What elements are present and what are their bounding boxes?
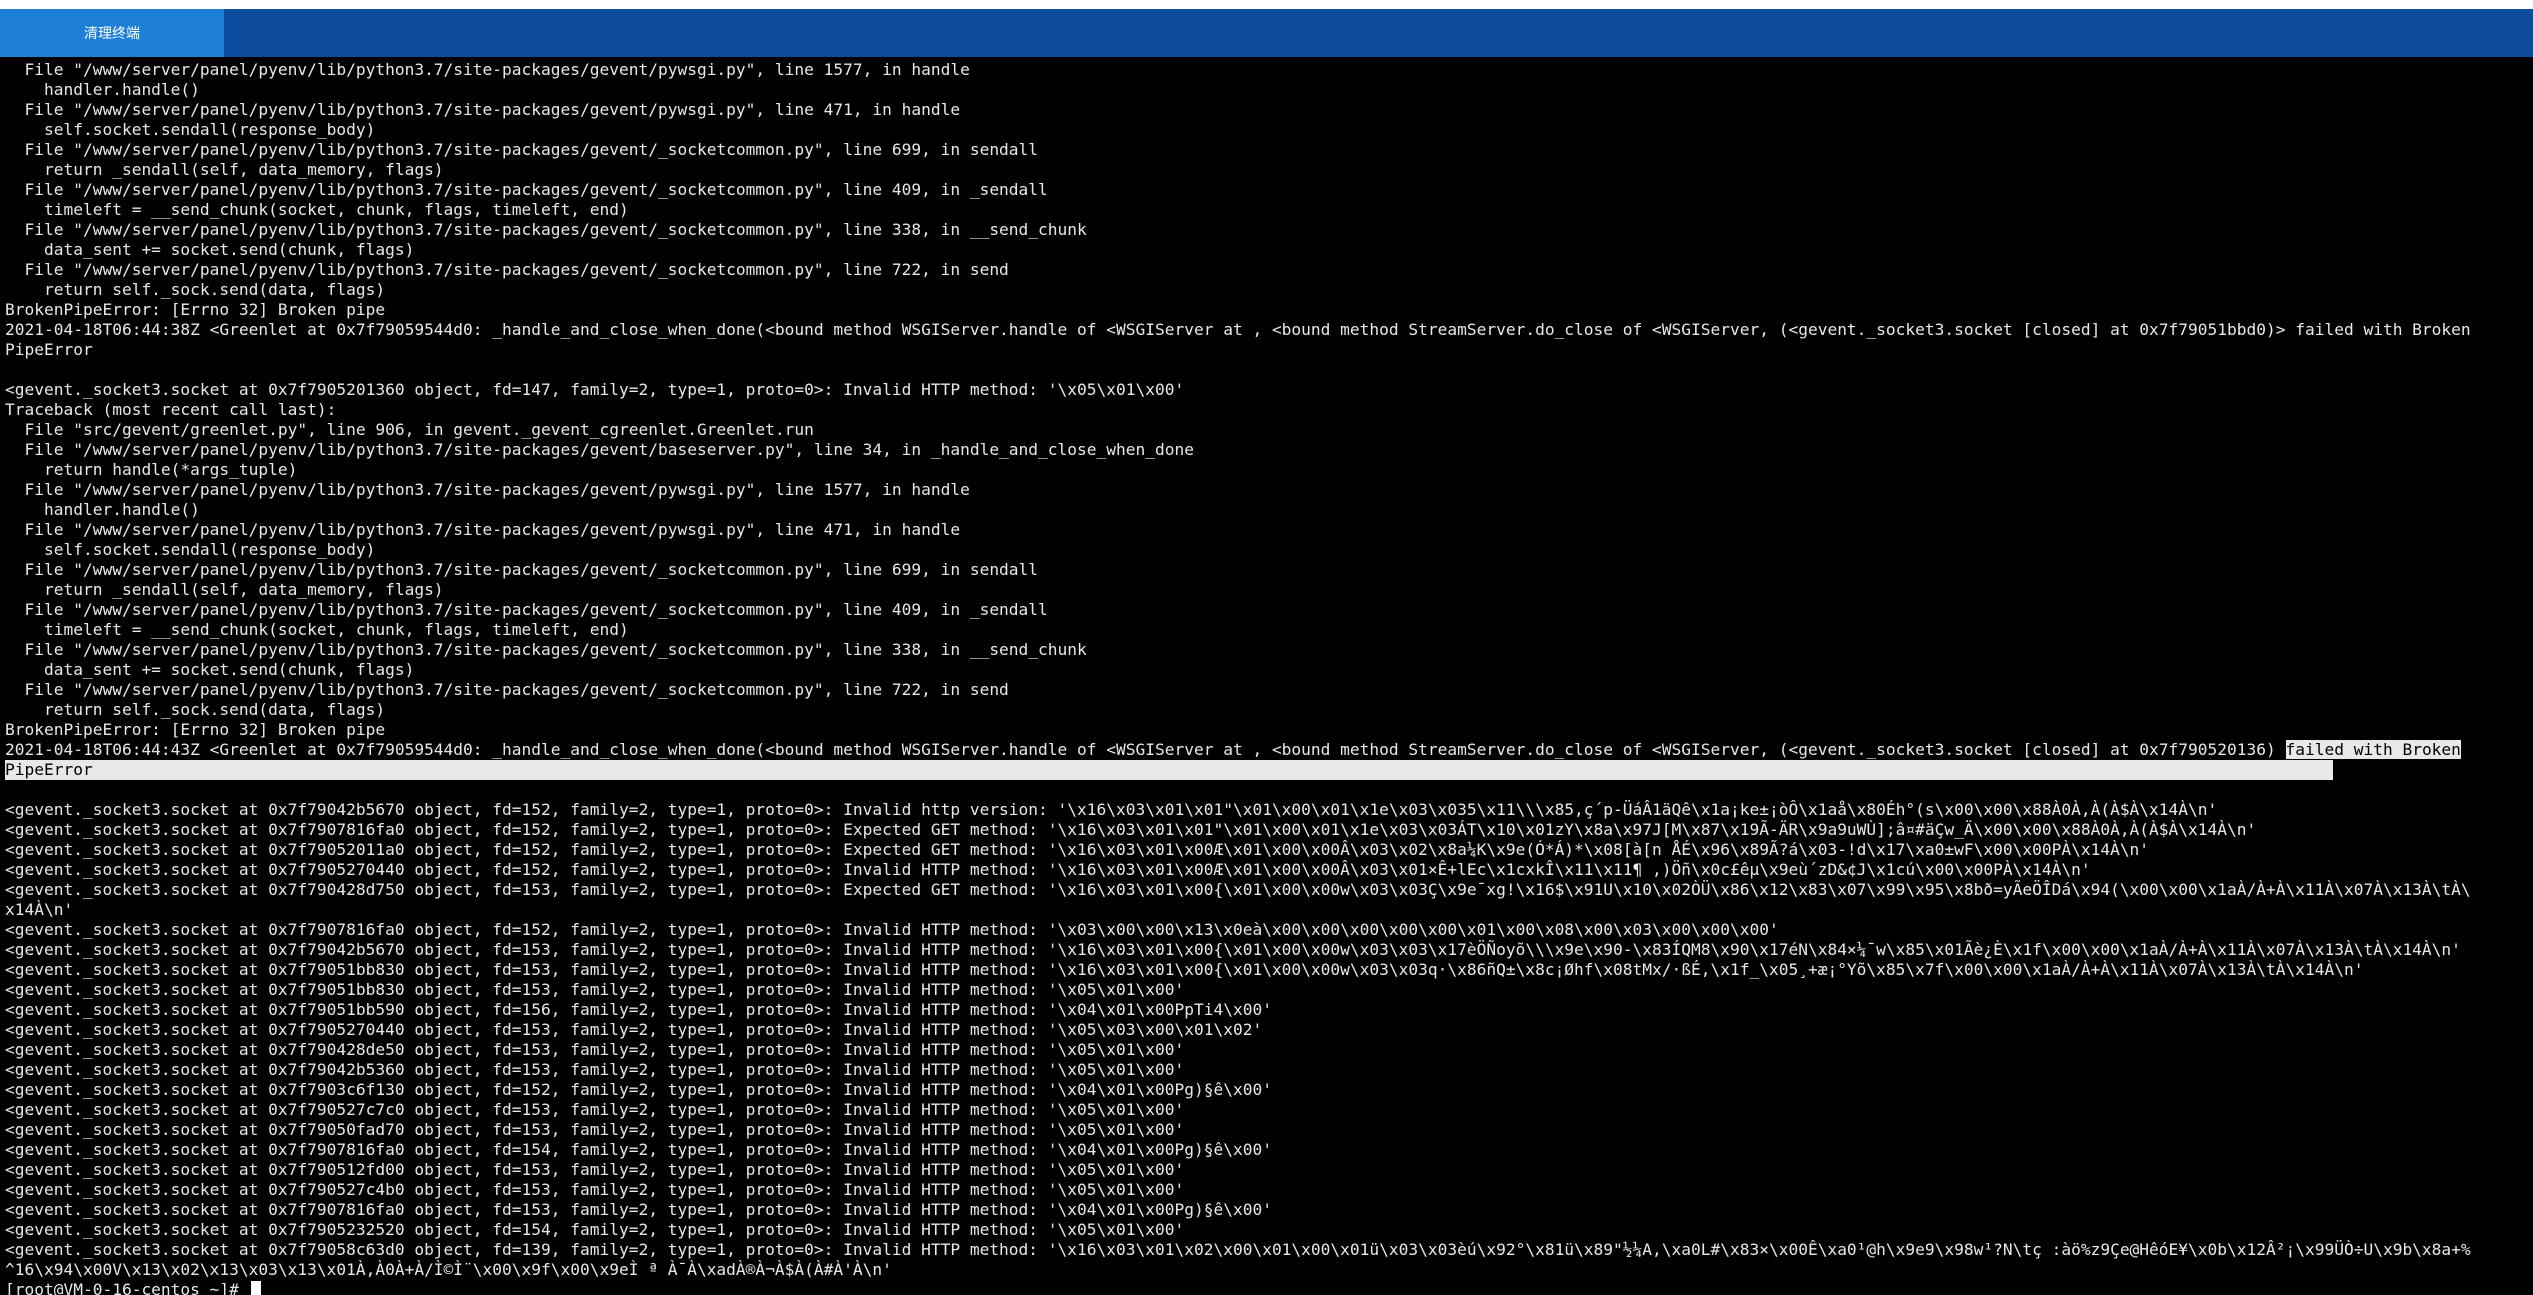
terminal-line: File "/www/server/panel/pyenv/lib/python…	[5, 480, 970, 499]
terminal-line: <gevent._socket3.socket at 0x7f790428d75…	[5, 880, 2471, 899]
terminal-line: <gevent._socket3.socket at 0x7f790523252…	[5, 1220, 1185, 1239]
terminal-line: File "/www/server/panel/pyenv/lib/python…	[5, 520, 961, 539]
terminal-line: data_sent += socket.send(chunk, flags)	[5, 660, 415, 679]
terminal-line: 2021-04-18T06:44:38Z <Greenlet at 0x7f79…	[5, 320, 2471, 339]
terminal-line: <gevent._socket3.socket at 0x7f79042b567…	[5, 800, 2218, 819]
terminal-line: <gevent._socket3.socket at 0x7f7907816fa…	[5, 1200, 1272, 1219]
terminal-line: BrokenPipeError: [Errno 32] Broken pipe	[5, 300, 386, 319]
terminal-line: <gevent._socket3.socket at 0x7f79051bb59…	[5, 1000, 1272, 1019]
terminal-line: File "/www/server/panel/pyenv/lib/python…	[5, 440, 1194, 459]
terminal-output[interactable]: File "/www/server/panel/pyenv/lib/python…	[0, 60, 2533, 1295]
terminal-line: <gevent._socket3.socket at 0x7f790527c7c…	[5, 1100, 1185, 1119]
terminal-line: data_sent += socket.send(chunk, flags)	[5, 240, 415, 259]
terminal-line: return handle(*args_tuple)	[5, 460, 298, 479]
terminal-line: File "/www/server/panel/pyenv/lib/python…	[5, 220, 1087, 239]
terminal-line: <gevent._socket3.socket at 0x7f790527c4b…	[5, 1180, 1185, 1199]
terminal-line: <gevent._socket3.socket at 0x7f7907816fa…	[5, 920, 1779, 939]
terminal-lines-before: File "/www/server/panel/pyenv/lib/python…	[0, 60, 2533, 740]
terminal-line: timeleft = __send_chunk(socket, chunk, f…	[5, 200, 629, 219]
terminal-line: File "src/gevent/greenlet.py", line 906,…	[5, 420, 814, 439]
terminal-line: File "/www/server/panel/pyenv/lib/python…	[5, 100, 961, 119]
terminal-line: File "/www/server/panel/pyenv/lib/python…	[5, 180, 1048, 199]
terminal-line: File "/www/server/panel/pyenv/lib/python…	[5, 600, 1048, 619]
terminal-line: <gevent._socket3.socket at 0x7f79058c63d…	[5, 1240, 2471, 1259]
terminal-line: self.socket.sendall(response_body)	[5, 120, 376, 139]
terminal-line: <gevent._socket3.socket at 0x7f7907816fa…	[5, 1140, 1272, 1159]
window-top-strip	[0, 0, 2533, 9]
terminal-line: return _sendall(self, data_memory, flags…	[5, 160, 444, 179]
highlight-prefix: 2021-04-18T06:44:43Z <Greenlet at 0x7f79…	[5, 740, 2286, 759]
terminal-line: <gevent._socket3.socket at 0x7f790527044…	[5, 860, 2091, 879]
terminal-line: <gevent._socket3.socket at 0x7f79042b536…	[5, 1060, 1185, 1079]
terminal-cursor	[250, 1281, 261, 1295]
terminal-line: File "/www/server/panel/pyenv/lib/python…	[5, 560, 1039, 579]
terminal-selection-continuation: PipeError	[5, 760, 2333, 780]
terminal-toolbar: 清理终端	[0, 9, 2533, 57]
terminal-line-highlighted: 2021-04-18T06:44:43Z <Greenlet at 0x7f79…	[0, 740, 2533, 760]
terminal-line: handler.handle()	[5, 500, 200, 519]
terminal-line: <gevent._socket3.socket at 0x7f79042b567…	[5, 940, 2461, 959]
terminal-line: return _sendall(self, data_memory, flags…	[5, 580, 444, 599]
terminal-line: <gevent._socket3.socket at 0x7f7903c6f13…	[5, 1080, 1272, 1099]
terminal-line: <gevent._socket3.socket at 0x7f79051bb83…	[5, 980, 1185, 999]
terminal-line-highlighted-continuation: PipeError	[0, 760, 2533, 780]
terminal-line: File "/www/server/panel/pyenv/lib/python…	[5, 680, 1009, 699]
terminal-line: PipeError	[5, 340, 93, 359]
terminal-line: <gevent._socket3.socket at 0x7f79052011a…	[5, 840, 2150, 859]
terminal-line: BrokenPipeError: [Errno 32] Broken pipe	[5, 720, 386, 739]
terminal-line: File "/www/server/panel/pyenv/lib/python…	[5, 140, 1039, 159]
terminal-selection: failed with Broken	[2285, 740, 2461, 759]
terminal-line: File "/www/server/panel/pyenv/lib/python…	[5, 640, 1087, 659]
terminal-line: x14À\n'	[5, 900, 74, 919]
terminal-line: ^16\x94\x00V\x13\x02\x13\x03\x13\x01À,À0…	[5, 1260, 892, 1279]
terminal-line: self.socket.sendall(response_body)	[5, 540, 376, 559]
clear-terminal-button[interactable]: 清理终端	[0, 9, 224, 57]
terminal-line: <gevent._socket3.socket at 0x7f790520136…	[5, 380, 1185, 399]
terminal-line: <gevent._socket3.socket at 0x7f790512fd0…	[5, 1160, 1185, 1179]
terminal-line: timeleft = __send_chunk(socket, chunk, f…	[5, 620, 629, 639]
terminal-line: return self._sock.send(data, flags)	[5, 280, 386, 299]
terminal-line: File "/www/server/panel/pyenv/lib/python…	[5, 260, 1009, 279]
terminal-line: Traceback (most recent call last):	[5, 400, 337, 419]
terminal-line: <gevent._socket3.socket at 0x7f79051bb83…	[5, 960, 2364, 979]
shell-prompt: [root@VM-0-16-centos ~]#	[5, 1280, 249, 1295]
terminal-line: <gevent._socket3.socket at 0x7f7907816fa…	[5, 820, 2257, 839]
terminal-line: return self._sock.send(data, flags)	[5, 700, 386, 719]
terminal-line: File "/www/server/panel/pyenv/lib/python…	[5, 60, 970, 79]
terminal-line: <gevent._socket3.socket at 0x7f790428de5…	[5, 1040, 1185, 1059]
terminal-line: handler.handle()	[5, 80, 200, 99]
terminal-line: <gevent._socket3.socket at 0x7f79050fad7…	[5, 1120, 1185, 1139]
shell-prompt-line[interactable]: [root@VM-0-16-centos ~]#	[0, 1280, 2533, 1295]
terminal-line: <gevent._socket3.socket at 0x7f790527044…	[5, 1020, 1263, 1039]
terminal-lines-after: <gevent._socket3.socket at 0x7f79042b567…	[0, 780, 2533, 1280]
